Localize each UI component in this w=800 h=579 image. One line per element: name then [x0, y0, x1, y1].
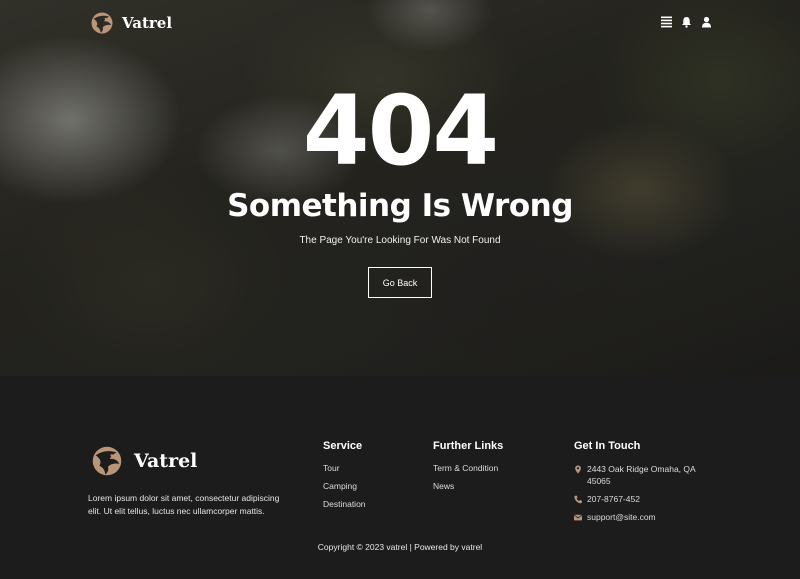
- user-icon[interactable]: [701, 15, 712, 28]
- footer-further-links-column: Further Links Term & Condition News: [433, 440, 503, 499]
- service-link-camping[interactable]: Camping: [323, 481, 366, 491]
- copyright-text: Copyright © 2023 vatrel | Powered by vat…: [317, 542, 483, 552]
- footer-logo[interactable]: Vatrel: [88, 442, 197, 480]
- header-actions: [661, 15, 712, 28]
- map-pin-icon: [575, 465, 581, 474]
- header-logo[interactable]: Vatrel: [88, 9, 172, 37]
- footer-service-column: Service Tour Camping Destination: [323, 440, 366, 517]
- envelope-icon: [574, 514, 582, 521]
- contact-email: support@site.com: [574, 511, 714, 523]
- service-heading: Service: [323, 440, 363, 452]
- contact-address: 2443 Oak Ridge Omaha, QA 45065: [574, 463, 714, 487]
- footer-brand-name: Vatrel: [134, 450, 198, 472]
- error-subtitle: The Page You're Looking For Was Not Foun…: [299, 235, 501, 246]
- brand-name: Vatrel: [122, 14, 173, 32]
- error-title: Something Is Wrong: [227, 188, 573, 224]
- address-text: 2443 Oak Ridge Omaha, QA 45065: [587, 464, 696, 486]
- hero-section: Vatrel 404 Something Is Wrong The Page Y…: [0, 0, 800, 376]
- service-link-destination[interactable]: Destination: [323, 499, 366, 509]
- footer-description: Lorem ipsum dolor sit amet, consectetur …: [88, 493, 280, 516]
- link-term-condition[interactable]: Term & Condition: [433, 463, 503, 473]
- contact-heading: Get In Touch: [574, 440, 641, 452]
- menu-icon[interactable]: [661, 15, 672, 28]
- bell-icon[interactable]: [681, 15, 692, 28]
- contact-phone: 207-8767-452: [574, 493, 714, 505]
- footer: Vatrel Lorem ipsum dolor sit amet, conse…: [0, 376, 800, 579]
- service-link-tour[interactable]: Tour: [323, 463, 366, 473]
- go-back-button[interactable]: Go Back: [368, 267, 432, 298]
- phone-icon: [574, 495, 582, 504]
- link-news[interactable]: News: [433, 481, 503, 491]
- footer-contact-column: Get In Touch 2443 Oak Ridge Omaha, QA 45…: [574, 440, 714, 529]
- further-links-heading: Further Links: [433, 440, 504, 452]
- email-text[interactable]: support@site.com: [587, 511, 656, 523]
- phone-text[interactable]: 207-8767-452: [587, 493, 640, 505]
- eagle-logo-icon: [92, 446, 122, 476]
- error-code: 404: [302, 75, 499, 187]
- eagle-logo-icon: [91, 12, 113, 34]
